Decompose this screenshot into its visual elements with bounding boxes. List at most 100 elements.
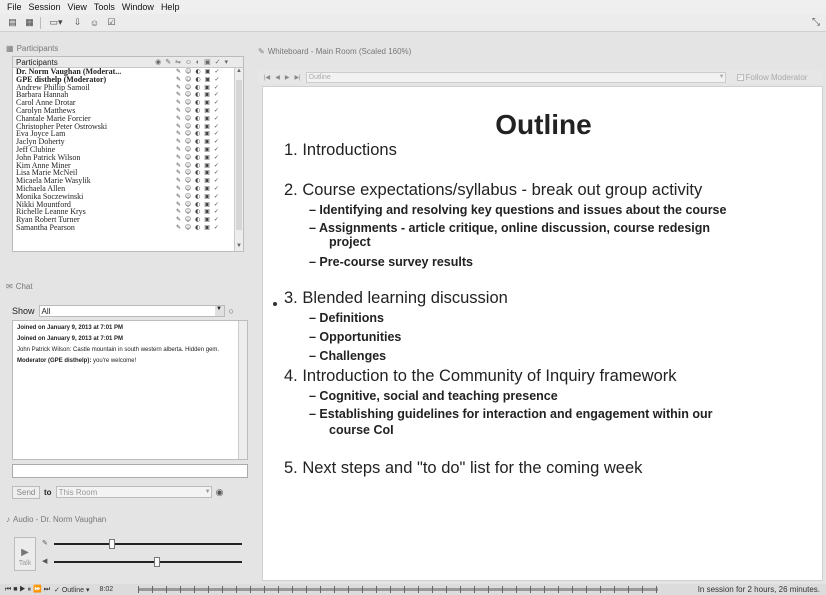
participant-status-icons[interactable]: ✎ ☺ ◐ ▣ ✓ [176, 208, 220, 216]
outline-subitem: – Identifying and resolving key question… [309, 203, 727, 217]
status-bar: ⏮ ■ ▶ ⏸ ⏩ ⏭ ✓ Outline ▾ 8:02 In session … [0, 584, 826, 595]
follow-moderator-checkbox[interactable]: ✓ Follow Moderator [736, 73, 807, 82]
whiteboard-slide[interactable]: Outline 1. Introductions 2. Course expec… [262, 86, 823, 581]
participant-status-icons[interactable]: ✎ ☺ ◐ ▣ ✓ [176, 154, 220, 162]
refresh-icon[interactable]: ○ [229, 306, 234, 316]
chat-input[interactable] [12, 464, 248, 478]
participant-status-icons[interactable]: ✎ ☺ ◐ ▣ ✓ [176, 146, 220, 154]
checkbox-icon: ✓ [736, 73, 744, 81]
outline-subitem: – Assignments - article critique, online… [309, 221, 711, 235]
talk-button[interactable]: ▶ Talk [14, 537, 36, 571]
participant-status-icons[interactable]: ✎ ☺ ◐ ▣ ✓ [176, 185, 220, 193]
page-dropdown[interactable]: ✓ Outline ▾ [54, 586, 89, 594]
participant-status-icons[interactable]: ✎ ☺ ◐ ▣ ✓ [176, 193, 220, 201]
participant-row[interactable]: Monika Soczewinski ✎ ☺ ◐ ▣ ✓ [13, 193, 243, 201]
menu-file[interactable]: File [7, 2, 22, 12]
participant-status-icons[interactable]: ✎ ☺ ◐ ▣ ✓ [176, 115, 220, 123]
participant-row[interactable]: Eva Joyce Lam ✎ ☺ ◐ ▣ ✓ [13, 130, 243, 138]
participant-row[interactable]: Michaela Allen ✎ ☺ ◐ ▣ ✓ [13, 185, 243, 193]
participant-row[interactable]: Chantale Marie Forcier ✎ ☺ ◐ ▣ ✓ [13, 115, 243, 123]
send-button[interactable]: Send [12, 485, 40, 499]
menu-view[interactable]: View [68, 2, 87, 12]
participant-row[interactable]: Carol Anne Drotar ✎ ☺ ◐ ▣ ✓ [13, 99, 243, 107]
participant-status-icons[interactable]: ✎ ☺ ◐ ▣ ✓ [176, 216, 220, 224]
scroll-thumb[interactable] [236, 80, 242, 230]
show-select[interactable]: All ▼ [38, 305, 225, 317]
participant-status-icons[interactable]: ✎ ☺ ◐ ▣ ✓ [176, 224, 220, 232]
menu-session[interactable]: Session [29, 2, 61, 12]
participant-row[interactable]: Nikki Mountford ✎ ☺ ◐ ▣ ✓ [13, 201, 243, 209]
menu-tools[interactable]: Tools [94, 2, 115, 12]
slider-knob[interactable] [108, 539, 115, 549]
participants-panel-title: ▦ Participants [6, 43, 59, 53]
chat-scrollbar[interactable] [238, 321, 247, 459]
participant-row[interactable]: Jaclyn Doherty ✎ ☺ ◐ ▣ ✓ [13, 138, 243, 146]
participants-list-header: Participants ◉ ✎ ⇋ ☺ ◐ ▣ ✓ ▾ [13, 57, 243, 68]
menu-help[interactable]: Help [161, 2, 180, 12]
recipient-select[interactable]: This Room ▼ [55, 486, 212, 498]
participant-row[interactable]: Christopher Peter Ostrowski ✎ ☺ ◐ ▣ ✓ [13, 123, 243, 131]
menu-window[interactable]: Window [122, 2, 154, 12]
column-header-icons[interactable]: ◉ ✎ ⇋ ☺ ◐ ▣ ✓ ▾ [155, 58, 229, 66]
save-icon[interactable]: ▤ [6, 17, 19, 29]
slider-knob[interactable] [154, 557, 161, 567]
participant-status-icons[interactable]: ✎ ☺ ◐ ▣ ✓ [176, 169, 220, 177]
audio-panel: ♪ Audio - Dr. Norm Vaughan ▶ Talk ✎ ◀ [6, 513, 246, 581]
participant-row[interactable]: Barbara Hannah ✎ ☺ ◐ ▣ ✓ [13, 91, 243, 99]
scroll-up-icon[interactable]: ▲ [235, 68, 243, 76]
first-page-icon[interactable]: |◀ [264, 74, 270, 81]
participant-row[interactable]: Jeff Clubine ✎ ☺ ◐ ▣ ✓ [13, 146, 243, 154]
outline-subitem: – Cognitive, social and teaching presenc… [309, 389, 558, 403]
participant-status-icons[interactable]: ✎ ☺ ◐ ▣ ✓ [176, 162, 220, 170]
outline-subitem: – Opportunities [309, 330, 402, 344]
participant-status-icons[interactable]: ✎ ☺ ◐ ▣ ✓ [176, 123, 220, 131]
next-page-icon[interactable]: ▶ [285, 74, 290, 81]
poll-icon[interactable]: ☑ [105, 17, 118, 29]
layout-dropdown-icon[interactable]: ▭▾ [45, 17, 67, 29]
toolbar-divider [40, 16, 41, 29]
resize-icon[interactable]: ⤡ [812, 17, 820, 28]
participant-row[interactable]: Lisa Marie McNeil ✎ ☺ ◐ ▣ ✓ [13, 169, 243, 177]
participant-row[interactable]: Andrew Phillip Samoil ✎ ☺ ◐ ▣ ✓ [13, 84, 243, 92]
participant-name: Dr. Norm Vaughan (Moderat... [16, 68, 122, 76]
prev-page-icon[interactable]: ◀ [275, 74, 280, 81]
users-icon[interactable]: ☺ [88, 17, 101, 29]
participant-status-icons[interactable]: ✎ ☺ ◐ ▣ ✓ [176, 68, 221, 76]
participant-status-icons[interactable]: ✎ ☺ ◐ ▣ ✓ [176, 138, 220, 146]
participant-status-icons[interactable]: ✎ ☺ ◐ ▣ ✓ [176, 99, 220, 107]
participant-status-icons[interactable]: ✎ ☺ ◐ ▣ ✓ [176, 130, 220, 138]
participant-row[interactable]: Micaela Marie Wasylik ✎ ☺ ◐ ▣ ✓ [13, 177, 243, 185]
participant-status-icons[interactable]: ✎ ☺ ◐ ▣ ✓ [176, 107, 220, 115]
participant-row[interactable]: John Patrick Wilson ✎ ☺ ◐ ▣ ✓ [13, 154, 243, 162]
playback-timeline[interactable] [138, 586, 658, 593]
slider-track [54, 543, 242, 545]
page-select[interactable]: Outline ▼ [305, 71, 726, 83]
scroll-down-icon[interactable]: ▼ [235, 243, 243, 251]
eye-icon[interactable]: ◉ [216, 487, 224, 498]
participant-row[interactable]: Samantha Pearson ✎ ☺ ◐ ▣ ✓ [13, 224, 243, 232]
participant-status-icons[interactable]: ✎ ☺ ◐ ▣ ✓ [176, 84, 220, 92]
participant-row[interactable]: Dr. Norm Vaughan (Moderat... ✎ ☺ ◐ ▣ ✓ [13, 68, 243, 76]
print-icon[interactable]: ▦ [23, 17, 36, 29]
participant-name: Monika Soczewinski [16, 192, 84, 201]
participant-status-icons[interactable]: ✎ ☺ ◐ ▣ ✓ [176, 177, 220, 185]
microphone-icon: ▶ [21, 547, 29, 558]
participants-scrollbar[interactable]: ▲ ▼ [234, 68, 243, 251]
participant-name: Carol Anne Drotar [16, 99, 76, 107]
last-page-icon[interactable]: ▶| [294, 74, 300, 81]
speaker-volume-slider[interactable]: ◀ [42, 557, 242, 567]
participant-row[interactable]: Richelle Leanne Krys ✎ ☺ ◐ ▣ ✓ [13, 208, 243, 216]
participant-status-icons[interactable]: ✎ ☺ ◐ ▣ ✓ [176, 201, 220, 209]
participant-status-icons[interactable]: ✎ ☺ ◐ ▣ ✓ [176, 76, 221, 84]
participant-row[interactable]: GPE disthelp (Moderator) ✎ ☺ ◐ ▣ ✓ [13, 76, 243, 84]
outline-item: 2. Course expectations/syllabus - break … [284, 181, 703, 199]
participant-row[interactable]: Ryan Robert Turner ✎ ☺ ◐ ▣ ✓ [13, 216, 243, 224]
participant-status-icons[interactable]: ✎ ☺ ◐ ▣ ✓ [176, 91, 220, 99]
share-icon[interactable]: ⇩ [71, 17, 84, 29]
playback-controls-icon[interactable]: ⏮ ■ ▶ ⏸ ⏩ ⏭ [5, 585, 50, 594]
outline-item: 5. Next steps and "to do" list for the c… [284, 459, 643, 477]
participant-name: Samantha Pearson [16, 223, 75, 232]
participant-row[interactable]: Kim Anne Miner ✎ ☺ ◐ ▣ ✓ [13, 162, 243, 170]
mic-volume-slider[interactable]: ✎ [42, 539, 242, 549]
participant-row[interactable]: Carolyn Matthews ✎ ☺ ◐ ▣ ✓ [13, 107, 243, 115]
